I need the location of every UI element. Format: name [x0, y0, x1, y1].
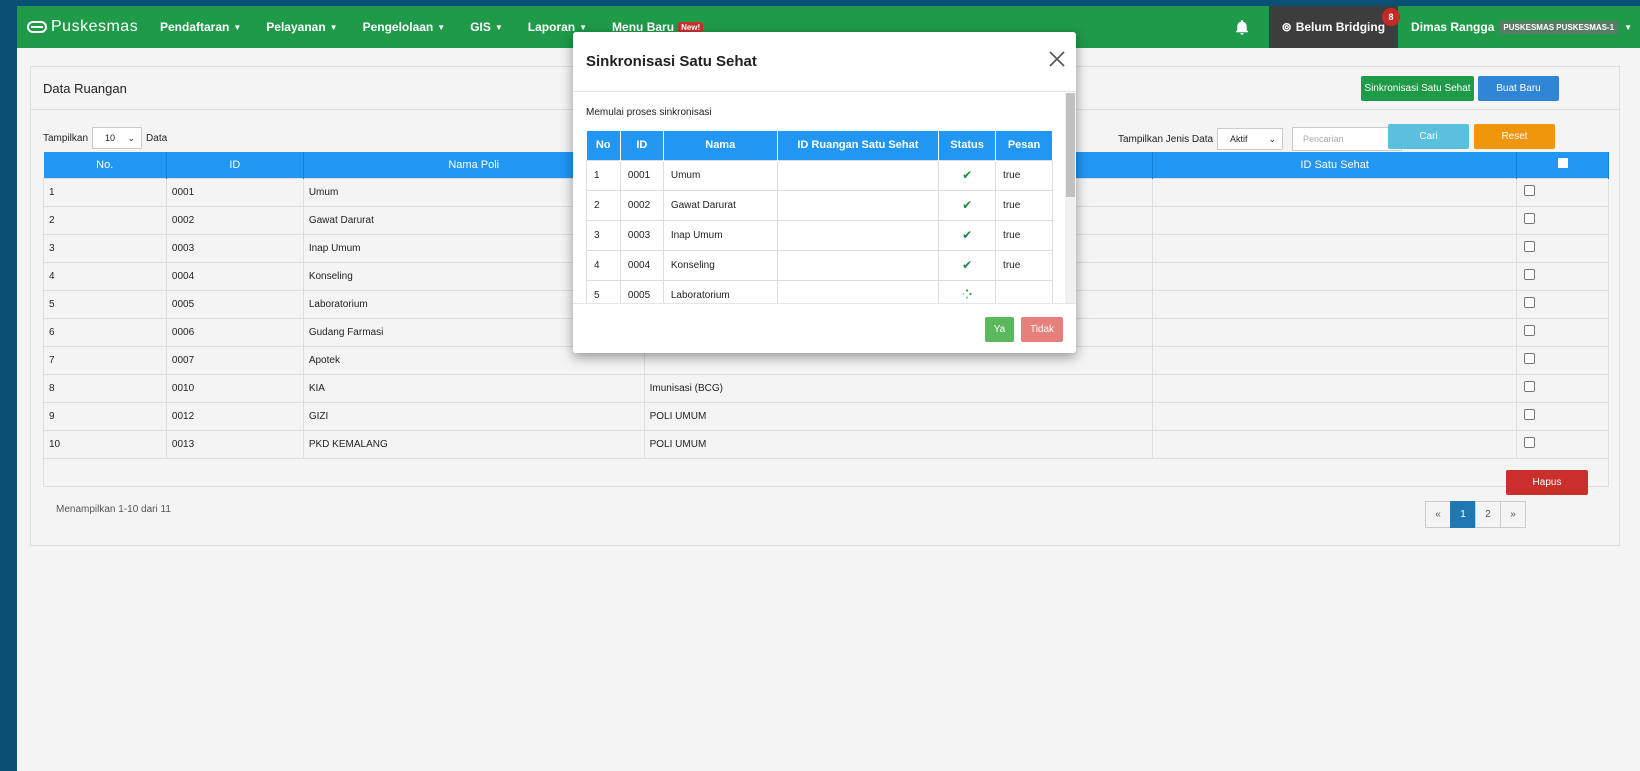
- column-header: ID: [620, 131, 664, 160]
- sync-cell-pesan: true: [995, 219, 1053, 251]
- column-header: Nama: [663, 131, 778, 160]
- modal-body[interactable]: Memulai proses sinkronisasi No ID Nama I…: [573, 93, 1076, 303]
- sync-cell-no: 1: [586, 159, 621, 191]
- close-icon[interactable]: [1048, 50, 1066, 68]
- sync-cell-id_satu_sehat: [776, 249, 940, 281]
- modal-scrollbar[interactable]: [1065, 93, 1076, 303]
- scrollbar-thumb[interactable]: [1066, 93, 1075, 197]
- modal-footer: Ya Tidak: [573, 303, 1076, 353]
- sync-cell-pesan: true: [995, 159, 1053, 191]
- sync-row: 3 0003 Inap Umum ✔ true: [586, 219, 1053, 251]
- loading-spinner-icon: [938, 279, 997, 303]
- check-icon: ✔: [938, 159, 997, 191]
- sync-row: 5 0005 Laboratorium: [586, 279, 1053, 303]
- column-header: No: [586, 131, 621, 160]
- confirm-yes-button[interactable]: Ya: [985, 317, 1014, 342]
- sync-cell-pesan: true: [995, 249, 1053, 281]
- column-header: Status: [938, 131, 997, 160]
- sync-table: No ID Nama ID Ruangan Satu Sehat Status …: [586, 131, 1053, 303]
- sync-cell-nama: Gawat Darurat: [662, 189, 778, 221]
- sync-header-row: No ID Nama ID Ruangan Satu Sehat Status …: [586, 131, 1053, 160]
- sync-cell-id_satu_sehat: [776, 279, 940, 303]
- check-icon: ✔: [938, 189, 997, 221]
- sync-row: 1 0001 Umum ✔ true: [586, 159, 1053, 191]
- check-icon: ✔: [938, 249, 997, 281]
- sync-cell-no: 5: [586, 279, 621, 303]
- sync-row: 4 0004 Konseling ✔ true: [586, 249, 1053, 281]
- modal-message: Memulai proses sinkronisasi: [586, 107, 712, 118]
- sync-cell-pesan: [995, 279, 1053, 303]
- sync-cell-nama: Laboratorium: [662, 279, 778, 303]
- sync-cell-id: 0004: [619, 249, 664, 281]
- sync-cell-id: 0005: [619, 279, 664, 303]
- sync-cell-no: 3: [586, 219, 621, 251]
- sync-cell-id_satu_sehat: [776, 219, 940, 251]
- sync-cell-id_satu_sehat: [776, 159, 940, 191]
- sync-row: 2 0002 Gawat Darurat ✔ true: [586, 189, 1053, 221]
- column-header: Pesan: [995, 131, 1053, 160]
- sync-cell-id: 0001: [619, 159, 664, 191]
- modal-title: Sinkronisasi Satu Sehat: [586, 53, 757, 70]
- sync-cell-id: 0003: [619, 219, 664, 251]
- sync-cell-pesan: true: [995, 189, 1053, 221]
- sync-cell-nama: Konseling: [662, 249, 778, 281]
- sync-cell-id: 0002: [619, 189, 664, 221]
- modal-header: Sinkronisasi Satu Sehat: [573, 32, 1076, 92]
- sync-cell-nama: Inap Umum: [662, 219, 778, 251]
- sync-cell-id_satu_sehat: [776, 189, 940, 221]
- modal-overlay: Sinkronisasi Satu Sehat Memulai proses s…: [0, 0, 1640, 771]
- sync-cell-nama: Umum: [662, 159, 778, 191]
- column-header: ID Ruangan Satu Sehat: [777, 131, 940, 160]
- check-icon: ✔: [938, 219, 997, 251]
- sync-cell-no: 2: [586, 189, 621, 221]
- sync-modal: Sinkronisasi Satu Sehat Memulai proses s…: [573, 32, 1076, 353]
- sync-cell-no: 4: [586, 249, 621, 281]
- confirm-no-button[interactable]: Tidak: [1021, 317, 1063, 342]
